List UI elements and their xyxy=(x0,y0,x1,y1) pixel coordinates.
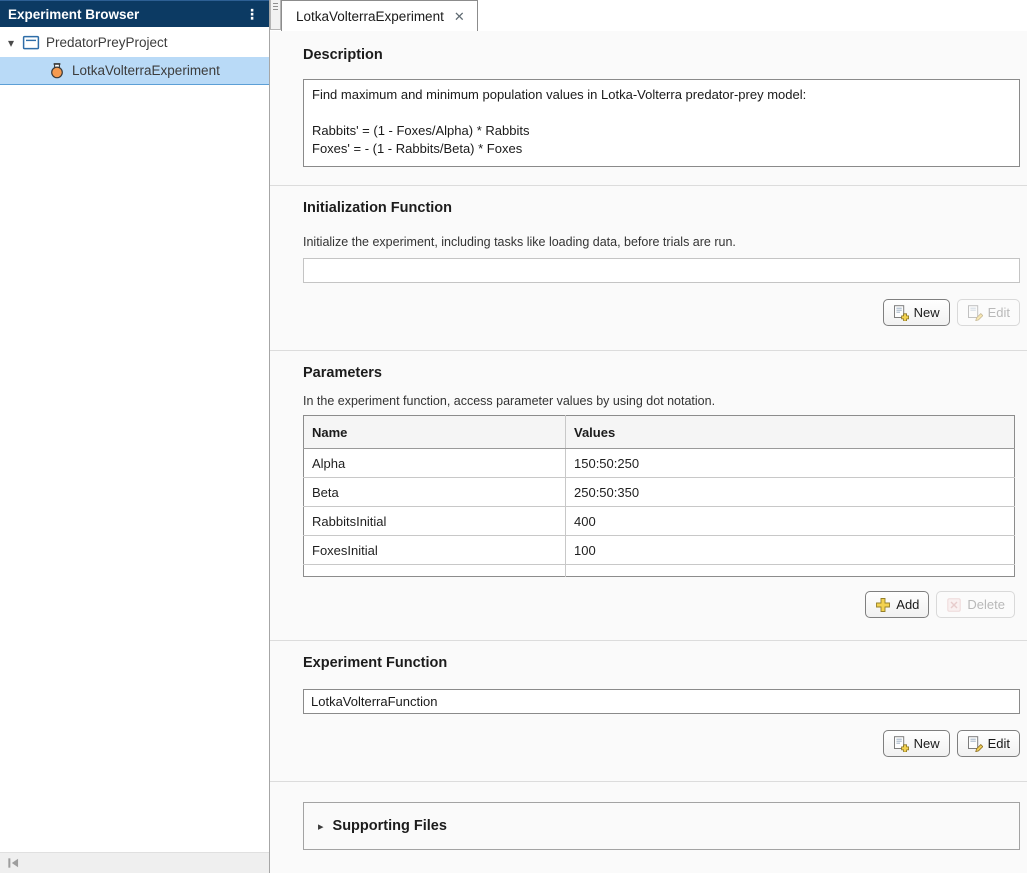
table-row[interactable]: Beta 250:50:350 xyxy=(303,477,1015,507)
experiment-function-heading: Experiment Function xyxy=(303,655,448,671)
column-header-values[interactable]: Values xyxy=(565,415,1015,449)
parameters-heading: Parameters xyxy=(303,365,382,381)
description-section: Description Find maximum and minimum pop… xyxy=(270,31,1027,185)
param-name-cell[interactable]: FoxesInitial xyxy=(303,535,566,565)
initialization-heading: Initialization Function xyxy=(303,200,453,216)
initialization-new-button[interactable]: New xyxy=(882,299,950,326)
tab-lotkavolterraexperiment[interactable]: LotkaVolterraExperiment ✕ xyxy=(281,0,478,31)
new-button-label: New xyxy=(913,736,940,751)
experiment-tree: ▾ PredatorPreyProject LotkaVolterraExper… xyxy=(0,27,269,85)
sidebar-status-bar xyxy=(0,852,269,873)
app-window: Experiment Browser ⋮ ▾ PredatorPreyProje… xyxy=(0,0,1027,873)
param-name-cell[interactable]: RabbitsInitial xyxy=(303,506,566,536)
tree-item-experiment[interactable]: LotkaVolterraExperiment xyxy=(0,57,269,85)
panel-menu-icon[interactable]: ⋮ xyxy=(243,7,261,21)
tab-label: LotkaVolterraExperiment xyxy=(296,8,444,24)
initialization-hint: Initialize the experiment, including tas… xyxy=(303,235,736,249)
initialization-edit-button[interactable]: Edit xyxy=(956,299,1020,326)
add-plus-icon xyxy=(876,597,891,612)
parameters-hint: In the experiment function, access param… xyxy=(303,394,716,408)
supporting-files-accordion[interactable]: ▸ Supporting Files xyxy=(303,802,1020,850)
experiment-document: Description Find maximum and minimum pop… xyxy=(270,31,1027,873)
param-values-cell[interactable]: 400 xyxy=(565,506,1015,536)
param-values-cell[interactable]: 250:50:350 xyxy=(565,477,1015,507)
initialization-function-section: Initialization Function Initialize the e… xyxy=(270,186,1027,350)
experiment-flask-icon xyxy=(51,63,63,79)
experiment-browser-panel: Experiment Browser ⋮ ▾ PredatorPreyProje… xyxy=(0,0,270,873)
experiment-function-section: Experiment Function New xyxy=(270,641,1027,781)
table-header-row: Name Values xyxy=(303,415,1015,449)
main-panel: LotkaVolterraExperiment ✕ Description Fi… xyxy=(270,0,1027,873)
column-header-name[interactable]: Name xyxy=(303,415,566,449)
collapse-panel-icon[interactable] xyxy=(6,856,20,870)
initialization-function-input[interactable] xyxy=(303,258,1020,283)
tree-item-project[interactable]: ▾ PredatorPreyProject xyxy=(0,28,269,57)
table-row[interactable]: RabbitsInitial 400 xyxy=(303,506,1015,536)
description-textarea[interactable]: Find maximum and minimum population valu… xyxy=(303,79,1020,167)
experiment-browser-title: Experiment Browser xyxy=(8,6,140,22)
experiment-label: LotkaVolterraExperiment xyxy=(72,63,220,78)
description-heading: Description xyxy=(303,47,383,63)
new-file-icon xyxy=(893,304,909,321)
add-parameter-button[interactable]: Add xyxy=(865,591,930,618)
initialization-button-row: New Edit xyxy=(303,299,1020,326)
experiment-function-new-button[interactable]: New xyxy=(882,730,950,757)
edit-file-icon xyxy=(967,735,983,752)
chevron-right-icon: ▸ xyxy=(318,820,324,833)
document-tab-bar: LotkaVolterraExperiment ✕ xyxy=(270,0,1027,31)
project-icon xyxy=(22,35,40,50)
param-values-cell[interactable]: 150:50:250 xyxy=(565,448,1015,478)
delete-x-icon xyxy=(947,597,962,612)
table-row[interactable]: FoxesInitial 100 xyxy=(303,535,1015,565)
new-file-icon xyxy=(893,735,909,752)
parameters-table: Name Values Alpha 150:50:250 Beta 250:50… xyxy=(303,415,1015,577)
document-bar-grip[interactable] xyxy=(270,0,281,30)
supporting-files-heading: Supporting Files xyxy=(332,818,447,834)
param-name-cell[interactable]: Beta xyxy=(303,477,566,507)
edit-button-label: Edit xyxy=(987,736,1010,751)
experiment-function-button-row: New Edit xyxy=(303,730,1020,757)
experiment-function-edit-button[interactable]: Edit xyxy=(956,730,1020,757)
close-icon[interactable]: ✕ xyxy=(454,10,465,23)
add-button-label: Add xyxy=(896,597,920,612)
edit-button-label: Edit xyxy=(987,305,1010,320)
table-row[interactable]: Alpha 150:50:250 xyxy=(303,448,1015,478)
delete-parameter-button[interactable]: Delete xyxy=(936,591,1015,618)
supporting-files-section: ▸ Supporting Files xyxy=(270,782,1027,850)
project-label: PredatorPreyProject xyxy=(46,35,168,50)
experiment-function-input[interactable] xyxy=(303,689,1020,714)
parameters-section: Parameters In the experiment function, a… xyxy=(270,351,1027,640)
new-button-label: New xyxy=(913,305,940,320)
experiment-browser-header: Experiment Browser ⋮ xyxy=(0,0,269,27)
param-values-cell[interactable]: 100 xyxy=(565,535,1015,565)
edit-file-icon xyxy=(967,304,983,321)
param-name-cell[interactable]: Alpha xyxy=(303,448,566,478)
table-empty-row xyxy=(303,564,1015,577)
parameters-button-row: Add Delete xyxy=(303,591,1015,618)
caret-down-icon[interactable]: ▾ xyxy=(8,37,22,49)
delete-button-label: Delete xyxy=(967,597,1005,612)
